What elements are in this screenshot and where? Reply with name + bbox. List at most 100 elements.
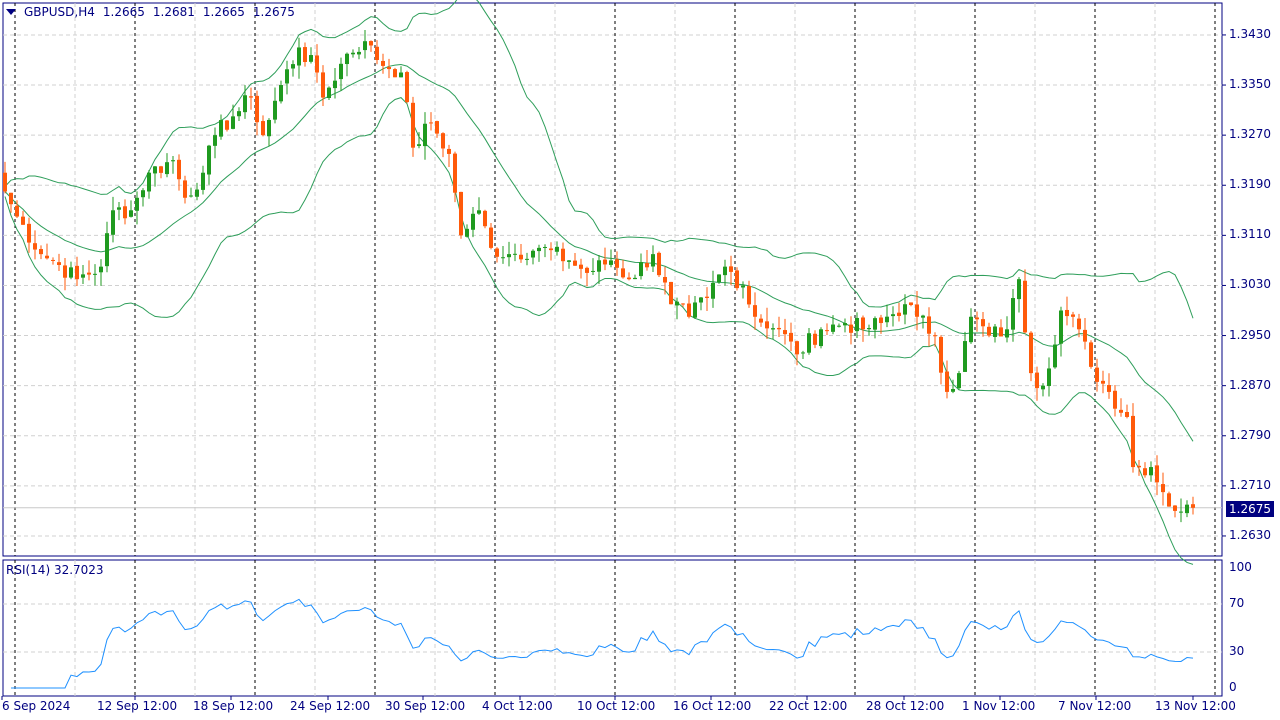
candle-body [705, 296, 709, 298]
candle-body [1149, 467, 1153, 476]
candle-body [213, 135, 217, 146]
bollinger-lower [4, 97, 1194, 565]
candle-body [867, 328, 871, 330]
time-label: 18 Sep 12:00 [193, 699, 274, 713]
candle-body [21, 216, 25, 225]
candle-body [483, 210, 487, 227]
candle-body [1023, 280, 1027, 333]
candle-body [639, 262, 643, 277]
candle-body [237, 111, 241, 117]
time-label: 16 Oct 12:00 [673, 699, 752, 713]
candle-body [297, 47, 301, 66]
candle-body [69, 267, 73, 278]
candle-body [501, 257, 505, 259]
candle-body [939, 336, 943, 373]
candle-body [579, 264, 583, 269]
candle-body [1113, 390, 1117, 409]
candle-body [981, 319, 985, 327]
candle-body [9, 192, 13, 205]
candle-body [1131, 415, 1135, 468]
low-value: 1.2665 [202, 5, 245, 19]
candle-body [555, 246, 559, 252]
candle-body [249, 96, 253, 98]
candle-body [1161, 484, 1165, 493]
time-label: 10 Oct 12:00 [577, 699, 656, 713]
candle-body [657, 252, 661, 276]
candle-body [135, 197, 139, 211]
time-label: 13 Nov 12:00 [1155, 699, 1236, 713]
candle-body [417, 144, 421, 146]
price-tick-label: 1.3030 [1229, 277, 1271, 292]
candle-body [1017, 279, 1021, 300]
candle-body [717, 274, 721, 283]
candle-body [753, 305, 757, 317]
candle-body [45, 255, 49, 259]
candle-body [363, 41, 367, 51]
candle-body [327, 87, 331, 99]
candle-body [15, 205, 19, 217]
candle-body [399, 72, 403, 78]
candle-body [231, 116, 235, 129]
time-label: 24 Sep 12:00 [290, 699, 371, 713]
candle-body [375, 46, 379, 60]
candle-body [699, 297, 703, 303]
candle-body [513, 253, 517, 255]
candle-body [207, 145, 211, 175]
candle-body [51, 259, 55, 261]
candle-body [675, 301, 679, 306]
rsi-level-label: 100 [1229, 560, 1252, 574]
rsi-level-label: 70 [1229, 596, 1245, 610]
time-label: 12 Sep 12:00 [97, 699, 178, 713]
candle-body [879, 317, 883, 324]
candle-body [885, 316, 889, 323]
price-tick-label: 1.3190 [1229, 177, 1271, 192]
candle-body [531, 250, 535, 258]
candle-body [897, 312, 901, 316]
candle-body [261, 121, 265, 136]
candle-body [165, 162, 169, 175]
candle-body [819, 329, 823, 347]
candle-body [81, 274, 85, 278]
candle-body [561, 248, 565, 262]
candle-body [771, 328, 775, 330]
candle-body [435, 121, 439, 134]
time-label: 28 Oct 12:00 [866, 699, 945, 713]
candle-body [291, 64, 295, 69]
price-tick-label: 1.3270 [1229, 127, 1271, 142]
rsi-level-label: 0 [1229, 680, 1237, 694]
candle-body [1185, 504, 1189, 514]
candle-body [315, 55, 319, 73]
candle-body [369, 41, 373, 46]
candle-body [351, 52, 355, 55]
dropdown-triangle-icon[interactable] [6, 9, 16, 15]
candle-body [27, 223, 31, 243]
candle-body [93, 273, 97, 275]
candle-body [219, 120, 223, 137]
candle-body [387, 66, 391, 70]
candle-body [465, 228, 469, 237]
candle-body [477, 210, 481, 214]
candle-body [519, 254, 523, 260]
candle-body [735, 270, 739, 289]
candle-body [603, 259, 607, 265]
candle-body [279, 85, 283, 102]
candle-body [1119, 409, 1123, 413]
candle-body [609, 260, 613, 265]
current-price-tag: 1.2675 [1226, 501, 1274, 517]
candle-body [63, 265, 67, 278]
candle-body [1089, 342, 1093, 367]
candle-body [393, 69, 397, 78]
price-chart[interactable] [0, 0, 1280, 720]
candle-body [597, 260, 601, 272]
candle-body [411, 102, 415, 148]
candle-body [243, 95, 247, 113]
candle-body [303, 47, 307, 63]
candle-body [1071, 314, 1075, 317]
candle-body [687, 303, 691, 317]
candle-body [1173, 505, 1177, 511]
candle-body [831, 324, 835, 332]
candle-body [75, 265, 79, 280]
candle-body [339, 63, 343, 80]
candle-body [945, 371, 949, 392]
candle-body [963, 341, 967, 372]
